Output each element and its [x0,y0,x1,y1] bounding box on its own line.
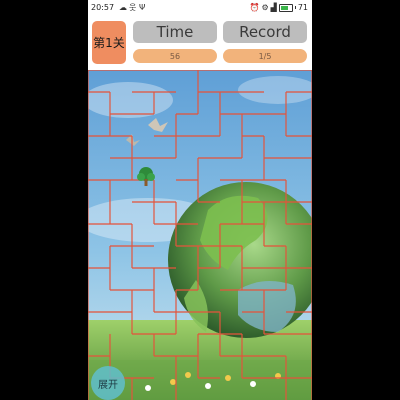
level-indicator[interactable]: 第1关 [92,21,126,64]
alarm-icon: ⏰ [249,3,260,12]
tree-icon[interactable] [135,166,157,188]
game-header: 第1关 Time Record 56 1/5 [88,16,312,68]
battery-tip [294,6,296,9]
time-value: 56 [133,49,217,63]
signal-icon: ▟ [270,3,277,12]
record-button[interactable]: Record [223,21,307,43]
maze-board[interactable]: 展开 [88,70,312,400]
battery-icon [278,3,293,12]
settings-icon: ⚙ [261,3,269,12]
expand-button[interactable]: 展开 [91,366,125,400]
status-time: 20:57 [91,3,115,12]
maze-walls [88,70,312,400]
cloud-icon: ☁ [119,3,127,12]
record-value: 1/5 [223,49,307,63]
status-right-group: ⏰ ⚙ ▟ 71 [250,3,308,12]
usb-icon: Ψ [139,3,146,12]
battery-percent: 71 [297,3,308,12]
status-bar: 20:57 ☁ 웃 Ψ ⏰ ⚙ ▟ 71 [88,0,312,16]
battery-fill [280,5,288,10]
time-button[interactable]: Time [133,21,217,43]
phone-screen: 20:57 ☁ 웃 Ψ ⏰ ⚙ ▟ 71 第1关 Time Record 56 … [88,0,312,400]
person-icon: 웃 [129,3,137,12]
